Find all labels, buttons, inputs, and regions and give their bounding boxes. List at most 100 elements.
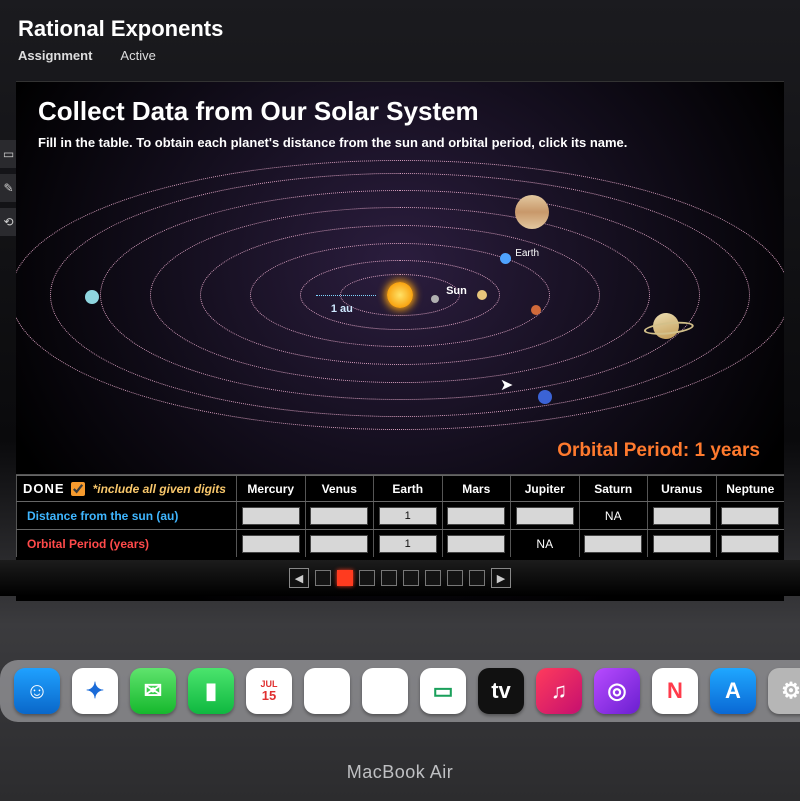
planet-mercury[interactable] (431, 295, 439, 303)
cell-input-mercury-row0[interactable] (242, 507, 300, 525)
dock-notes-icon[interactable]: ▭ (420, 668, 466, 714)
dock-settings-icon[interactable]: ⚙ (768, 668, 800, 714)
table-cell (716, 502, 785, 529)
table-header-row: DONE *include all given digits MercuryVe… (16, 475, 784, 501)
cell-input-venus-row1[interactable] (310, 535, 368, 553)
column-header-mars[interactable]: Mars (442, 476, 511, 501)
table-cell (647, 502, 716, 529)
done-checkbox[interactable] (71, 482, 85, 496)
orbital-readout: Orbital Period: 1 years (557, 440, 760, 462)
dock-calendar-icon[interactable]: JUL 15 (246, 668, 292, 714)
pager-cell-5[interactable] (403, 570, 419, 586)
cell-input-venus-row0[interactable] (310, 507, 368, 525)
cursor-icon: ➤ (500, 375, 513, 395)
planet-mars[interactable] (531, 305, 541, 315)
au-label: 1 au (331, 303, 353, 315)
cell-input-neptune-row1[interactable] (721, 535, 779, 553)
dock-news-icon[interactable]: N (652, 668, 698, 714)
tab-bar: Assignment Active (18, 48, 782, 63)
dock-safari-icon[interactable]: ✦ (72, 668, 118, 714)
table-cell (373, 530, 442, 557)
table-cell: NA (510, 530, 579, 557)
dock-facetime-icon[interactable]: ▮ (188, 668, 234, 714)
pager-cell-6[interactable] (425, 570, 441, 586)
table-cell (305, 530, 374, 557)
column-header-venus[interactable]: Venus (305, 476, 374, 501)
dock-messages-icon[interactable]: ✉ (130, 668, 176, 714)
column-header-mercury[interactable]: Mercury (236, 476, 305, 501)
table-cell (716, 530, 785, 557)
dock-finder-icon[interactable]: ☺ (14, 668, 60, 714)
bezel-text: MacBook Air (0, 762, 800, 783)
pager-prev-button[interactable]: ◀ (289, 568, 309, 588)
cell-input-uranus-row0[interactable] (653, 507, 711, 525)
dock-reminders-icon[interactable]: ≣ (362, 668, 408, 714)
dock-tv-icon[interactable]: tv (478, 668, 524, 714)
table-cell (579, 530, 648, 557)
table-cell (373, 502, 442, 529)
table-cell (647, 530, 716, 557)
pager-cell-2[interactable] (337, 570, 353, 586)
solar-system-diagram: 1 au Sun Earth ➤ (16, 170, 784, 420)
done-label: DONE (23, 481, 65, 496)
tab-assignment[interactable]: Assignment (18, 48, 92, 63)
table-cell (442, 502, 511, 529)
planet-earth[interactable] (500, 253, 511, 264)
dock: ☺ ✦ ✉ ▮ JUL 15 ❁ ≣ ▭ tv ♫ ◎ N A ⚙ ▥ ⌗ (0, 660, 800, 722)
cell-input-earth-row0[interactable] (379, 507, 437, 525)
pager-next-button[interactable]: ▶ (491, 568, 511, 588)
column-header-jupiter[interactable]: Jupiter (510, 476, 579, 501)
sun-label: Sun (446, 285, 467, 297)
cell-input-mars-row0[interactable] (447, 507, 505, 525)
table-cell: NA (579, 502, 648, 529)
table-cell (236, 530, 305, 557)
planet-venus[interactable] (477, 290, 487, 300)
cell-input-saturn-row1[interactable] (584, 535, 642, 553)
sun-icon (387, 282, 413, 308)
table-cell (442, 530, 511, 557)
page-title: Rational Exponents (18, 16, 782, 42)
cell-input-mercury-row1[interactable] (242, 535, 300, 553)
row-label: Orbital Period (years) (16, 530, 236, 557)
column-header-uranus[interactable]: Uranus (647, 476, 716, 501)
column-header-earth[interactable]: Earth (373, 476, 442, 501)
digits-note: *include all given digits (93, 482, 226, 496)
planet-jupiter[interactable] (515, 195, 549, 229)
planet-uranus[interactable] (85, 290, 99, 304)
dock-music-icon[interactable]: ♫ (536, 668, 582, 714)
pager-cell-4[interactable] (381, 570, 397, 586)
column-header-neptune[interactable]: Neptune (716, 476, 785, 501)
dock-appstore-icon[interactable]: A (710, 668, 756, 714)
column-header-saturn[interactable]: Saturn (579, 476, 648, 501)
pager-cell-8[interactable] (469, 570, 485, 586)
table-cell (236, 502, 305, 529)
cell-input-earth-row1[interactable] (379, 535, 437, 553)
cell-input-uranus-row1[interactable] (653, 535, 711, 553)
dock-podcasts-icon[interactable]: ◎ (594, 668, 640, 714)
tv-label: tv (491, 678, 511, 704)
cell-input-mars-row1[interactable] (447, 535, 505, 553)
cell-na: NA (536, 537, 553, 551)
planet-neptune[interactable] (538, 390, 552, 404)
pager: ◀ ▶ (0, 560, 800, 596)
pager-cell-3[interactable] (359, 570, 375, 586)
lesson-title: Collect Data from Our Solar System (38, 96, 762, 127)
table-row: Orbital Period (years) NA (16, 529, 784, 557)
cell-input-jupiter-row0[interactable] (516, 507, 574, 525)
data-table: DONE *include all given digits MercuryVe… (16, 474, 784, 566)
dock-photos-icon[interactable]: ❁ (304, 668, 350, 714)
instruction-text: Fill in the table. To obtain each planet… (38, 135, 762, 150)
planet-saturn[interactable] (650, 309, 683, 342)
table-cell (510, 502, 579, 529)
pager-cell-7[interactable] (447, 570, 463, 586)
row-label: Distance from the sun (au) (16, 502, 236, 529)
pager-cell-1[interactable] (315, 570, 331, 586)
readout-value: 1 years (694, 440, 760, 461)
tab-active[interactable]: Active (120, 48, 155, 63)
calendar-day: 15 (262, 689, 276, 702)
lesson-panel: Collect Data from Our Solar System Fill … (16, 81, 784, 601)
cell-input-neptune-row0[interactable] (721, 507, 779, 525)
readout-label: Orbital Period: (557, 440, 689, 461)
au-distance-line (316, 295, 376, 296)
table-cell (305, 502, 374, 529)
